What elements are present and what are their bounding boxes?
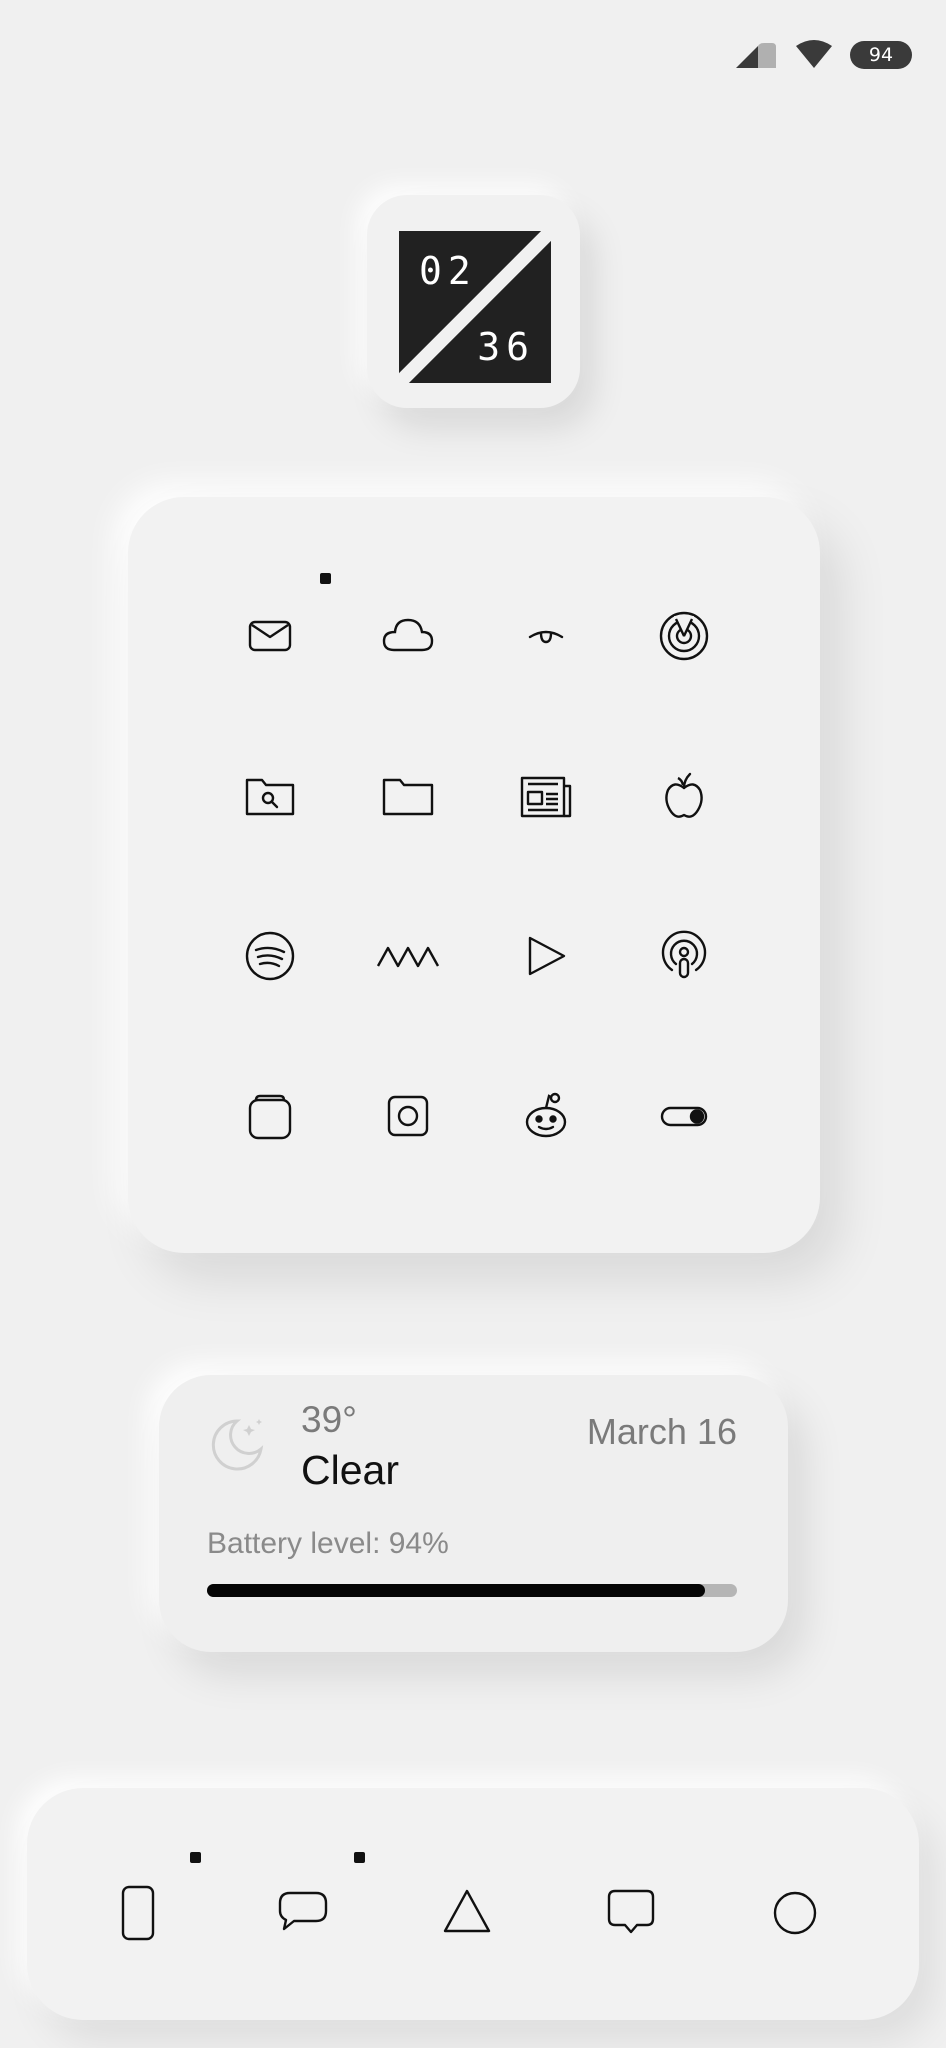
signal-icon	[736, 43, 776, 68]
spotify-icon[interactable]	[230, 916, 310, 996]
newspaper-icon[interactable]	[506, 756, 586, 836]
moon-stars-icon	[211, 1419, 264, 1471]
cloud-icon[interactable]	[368, 596, 448, 676]
app-grid-panel	[128, 497, 820, 1253]
date: March 16	[586, 1411, 737, 1452]
weather-battery-widget[interactable]: 39° Clear March 16 Battery level: 94%	[159, 1375, 788, 1652]
apple-icon[interactable]	[644, 756, 724, 836]
status-bar: 94	[734, 40, 912, 70]
folder-search-icon[interactable]	[230, 756, 310, 836]
stacked-square-icon[interactable]	[230, 1076, 310, 1156]
clock-minutes: 36	[477, 325, 535, 369]
wifi-icon	[796, 40, 832, 68]
temperature: 39°	[301, 1399, 357, 1440]
chat-icon[interactable]	[596, 1878, 666, 1948]
battery-progress-track	[207, 1584, 737, 1597]
instagram-icon[interactable]	[368, 1076, 448, 1156]
clock-widget[interactable]: 02 36	[367, 195, 580, 408]
message-icon[interactable]	[267, 1878, 337, 1948]
dock	[27, 1788, 919, 2020]
triangle-icon[interactable]	[432, 1878, 502, 1948]
notification-dot	[354, 1852, 365, 1863]
phone-icon[interactable]	[103, 1878, 173, 1948]
podcasts-icon[interactable]	[644, 916, 724, 996]
battery-percent: 94	[868, 44, 894, 66]
reddit-icon[interactable]	[506, 1076, 586, 1156]
battery-progress-fill	[207, 1584, 706, 1597]
weather-condition: Clear	[301, 1447, 399, 1493]
battery-indicator: 94	[850, 41, 912, 69]
mail-icon[interactable]	[230, 596, 310, 676]
clock-face: 02 36	[399, 231, 551, 383]
circle-icon[interactable]	[760, 1878, 830, 1948]
eye-icon[interactable]	[506, 596, 586, 676]
battery-level-label: Battery level: 94%	[207, 1527, 449, 1560]
radar-icon[interactable]	[644, 596, 724, 676]
play-icon[interactable]	[506, 916, 586, 996]
toggle-icon[interactable]	[644, 1076, 724, 1156]
notification-dot	[190, 1852, 201, 1863]
zigzag-icon[interactable]	[368, 916, 448, 996]
notification-dot	[320, 573, 331, 584]
clock-hours: 02	[419, 249, 477, 293]
folder-icon[interactable]	[368, 756, 448, 836]
